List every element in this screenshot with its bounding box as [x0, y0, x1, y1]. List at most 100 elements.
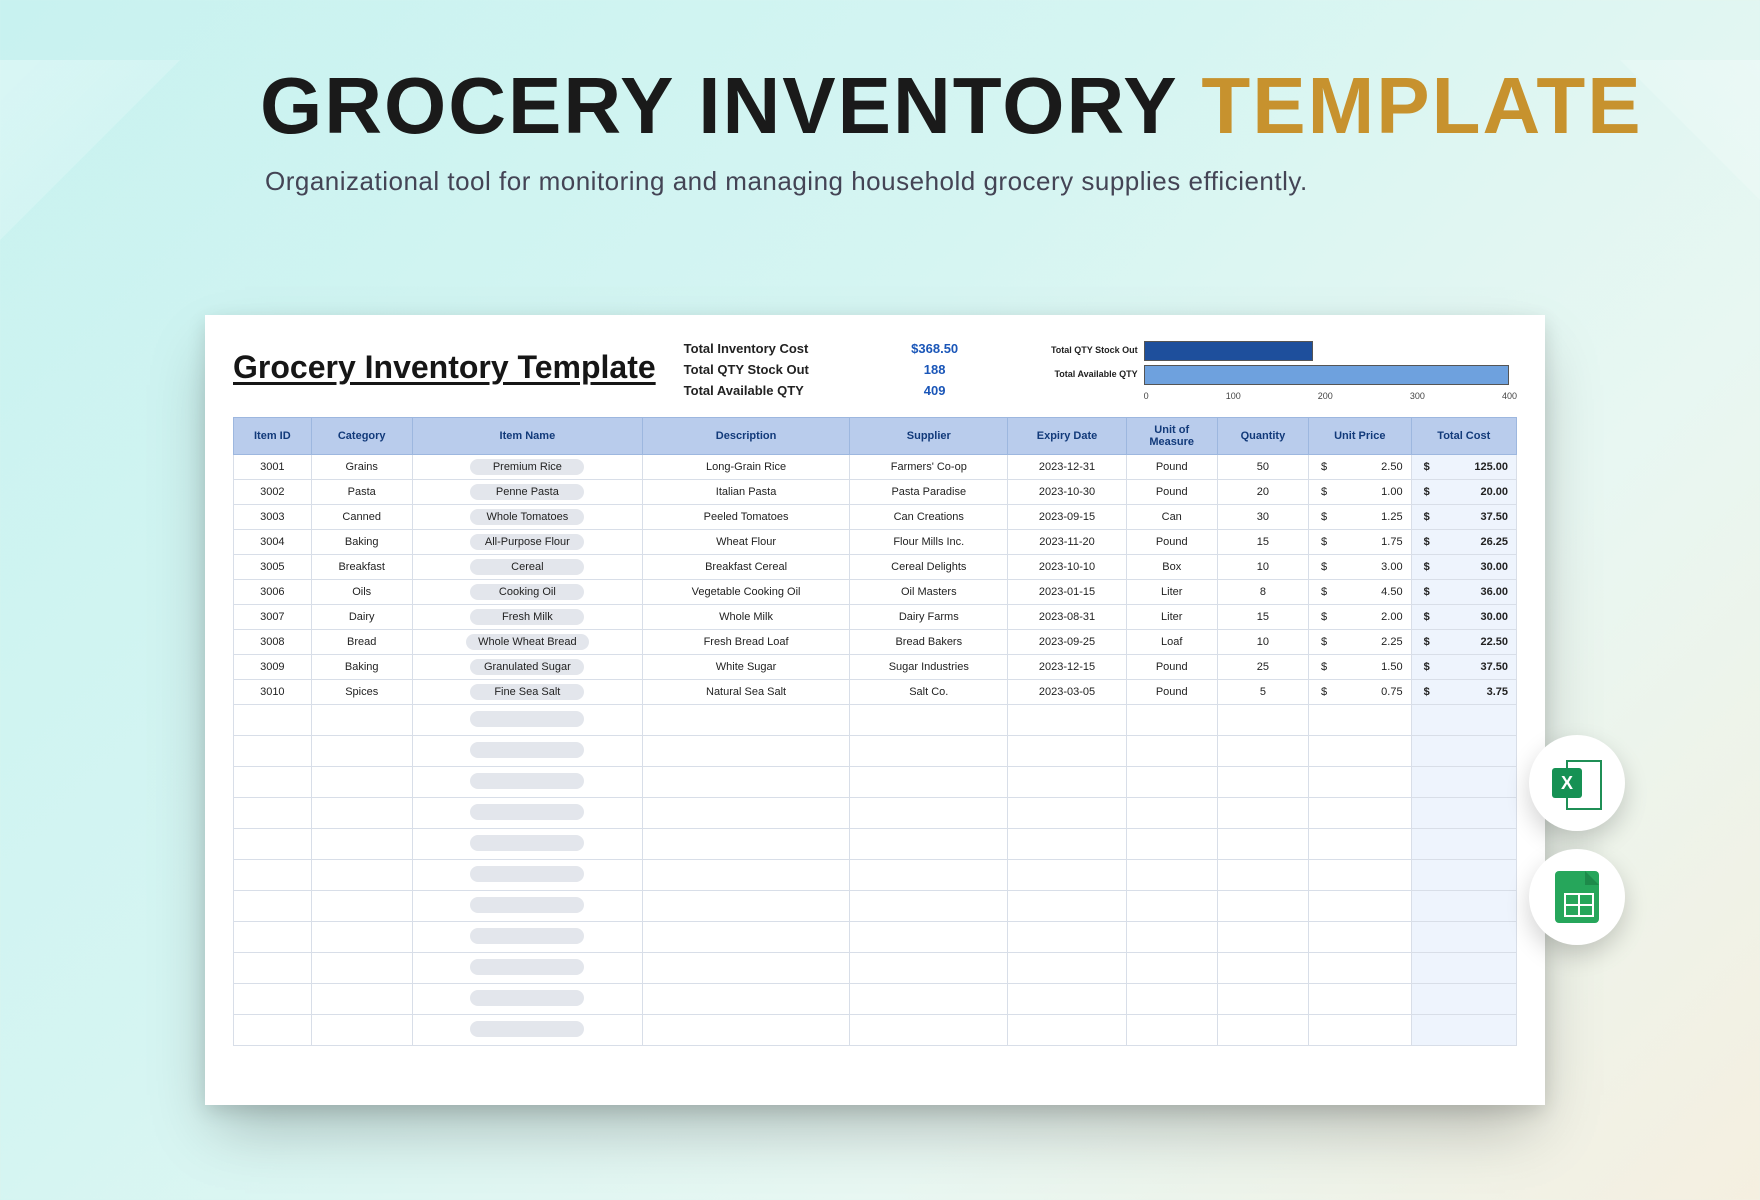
cell-supplier: Flour Mills Inc.	[850, 530, 1008, 555]
cell-description: Long-Grain Rice	[642, 455, 849, 480]
google-sheets-icon	[1555, 871, 1599, 923]
chart-tick: 0	[1144, 391, 1149, 401]
cell-category: Baking	[311, 655, 412, 680]
cell-category: Breakfast	[311, 555, 412, 580]
title-accent: TEMPLATE	[1201, 61, 1642, 150]
excel-icon: X	[1552, 758, 1602, 808]
cell-description: Whole Milk	[642, 605, 849, 630]
chart-tick: 300	[1410, 391, 1425, 401]
decorative-shape	[0, 60, 180, 320]
cell-category: Pasta	[311, 480, 412, 505]
summary-value: $368.50	[870, 341, 1000, 356]
cell-expiry: 2023-08-31	[1008, 605, 1126, 630]
cell-item-name: Cooking Oil	[412, 580, 642, 605]
column-header: Unit Price	[1308, 418, 1411, 455]
title-main: GROCERY INVENTORY	[260, 61, 1201, 150]
cell-expiry: 2023-11-20	[1008, 530, 1126, 555]
table-row-empty	[234, 829, 1517, 860]
summary-value: 188	[870, 362, 1000, 377]
cell-total-cost: $26.25	[1411, 530, 1516, 555]
column-header: Quantity	[1217, 418, 1308, 455]
chart-axis-label: Total Available QTY	[1028, 369, 1144, 379]
table-row-empty	[234, 798, 1517, 829]
table-row: 3010SpicesFine Sea SaltNatural Sea SaltS…	[234, 680, 1517, 705]
cell-uom: Pound	[1126, 455, 1217, 480]
cell-description: Peeled Tomatoes	[642, 505, 849, 530]
cell-qty: 30	[1217, 505, 1308, 530]
column-header: Expiry Date	[1008, 418, 1126, 455]
cell-unit-price: $2.25	[1308, 630, 1411, 655]
cell-supplier: Salt Co.	[850, 680, 1008, 705]
table-row-empty	[234, 1015, 1517, 1046]
cell-description: Italian Pasta	[642, 480, 849, 505]
table-row: 3004BakingAll-Purpose FlourWheat FlourFl…	[234, 530, 1517, 555]
cell-uom: Pound	[1126, 480, 1217, 505]
cell-total-cost: $125.00	[1411, 455, 1516, 480]
cell-uom: Pound	[1126, 655, 1217, 680]
cell-unit-price: $4.50	[1308, 580, 1411, 605]
cell-description: Vegetable Cooking Oil	[642, 580, 849, 605]
cell-item-id: 3003	[234, 505, 312, 530]
cell-uom: Can	[1126, 505, 1217, 530]
cell-expiry: 2023-01-15	[1008, 580, 1126, 605]
cell-category: Canned	[311, 505, 412, 530]
cell-item-name: All-Purpose Flour	[412, 530, 642, 555]
table-row: 3006OilsCooking OilVegetable Cooking Oil…	[234, 580, 1517, 605]
cell-qty: 10	[1217, 555, 1308, 580]
column-header: Unit ofMeasure	[1126, 418, 1217, 455]
cell-item-name: Cereal	[412, 555, 642, 580]
cell-total-cost: $37.50	[1411, 505, 1516, 530]
cell-unit-price: $2.50	[1308, 455, 1411, 480]
cell-unit-price: $2.00	[1308, 605, 1411, 630]
cell-item-name: Whole Wheat Bread	[412, 630, 642, 655]
cell-supplier: Bread Bakers	[850, 630, 1008, 655]
summary-label: Total Inventory Cost	[684, 341, 854, 356]
cell-qty: 8	[1217, 580, 1308, 605]
chart-tick: 200	[1318, 391, 1333, 401]
cell-total-cost: $36.00	[1411, 580, 1516, 605]
cell-item-id: 3004	[234, 530, 312, 555]
google-sheets-badge[interactable]	[1529, 849, 1625, 945]
cell-qty: 25	[1217, 655, 1308, 680]
cell-unit-price: $1.75	[1308, 530, 1411, 555]
column-header: Total Cost	[1411, 418, 1516, 455]
cell-item-name: Granulated Sugar	[412, 655, 642, 680]
cell-item-id: 3007	[234, 605, 312, 630]
column-header: Item Name	[412, 418, 642, 455]
chart-tick: 100	[1226, 391, 1241, 401]
page-subtitle: Organizational tool for monitoring and m…	[265, 166, 1760, 197]
page-title: GROCERY INVENTORY TEMPLATE	[260, 60, 1760, 152]
column-header: Item ID	[234, 418, 312, 455]
summary-value: 409	[870, 383, 1000, 398]
cell-item-name: Penne Pasta	[412, 480, 642, 505]
cell-qty: 5	[1217, 680, 1308, 705]
cell-total-cost: $37.50	[1411, 655, 1516, 680]
cell-expiry: 2023-12-31	[1008, 455, 1126, 480]
chart-bar	[1144, 365, 1510, 385]
cell-uom: Liter	[1126, 580, 1217, 605]
cell-item-name: Fresh Milk	[412, 605, 642, 630]
cell-qty: 50	[1217, 455, 1308, 480]
table-row-empty	[234, 767, 1517, 798]
column-header: Supplier	[850, 418, 1008, 455]
chart-axis-label: Total QTY Stock Out	[1028, 345, 1144, 355]
cell-total-cost: $22.50	[1411, 630, 1516, 655]
cell-expiry: 2023-09-25	[1008, 630, 1126, 655]
column-header: Description	[642, 418, 849, 455]
excel-badge[interactable]: X	[1529, 735, 1625, 831]
cell-unit-price: $1.25	[1308, 505, 1411, 530]
summary-block: Total Inventory Cost $368.50 Total QTY S…	[684, 341, 1000, 398]
spreadsheet-preview: Grocery Inventory Template Total Invento…	[205, 315, 1545, 1105]
cell-qty: 10	[1217, 630, 1308, 655]
cell-qty: 20	[1217, 480, 1308, 505]
cell-total-cost: $20.00	[1411, 480, 1516, 505]
cell-uom: Pound	[1126, 680, 1217, 705]
cell-unit-price: $1.50	[1308, 655, 1411, 680]
table-row: 3008BreadWhole Wheat BreadFresh Bread Lo…	[234, 630, 1517, 655]
cell-expiry: 2023-10-30	[1008, 480, 1126, 505]
cell-description: Wheat Flour	[642, 530, 849, 555]
summary-bar-chart: Total QTY Stock Out Total Available QTY 0 1…	[1028, 341, 1517, 401]
summary-label: Total QTY Stock Out	[684, 362, 854, 377]
cell-item-id: 3009	[234, 655, 312, 680]
table-row-empty	[234, 922, 1517, 953]
